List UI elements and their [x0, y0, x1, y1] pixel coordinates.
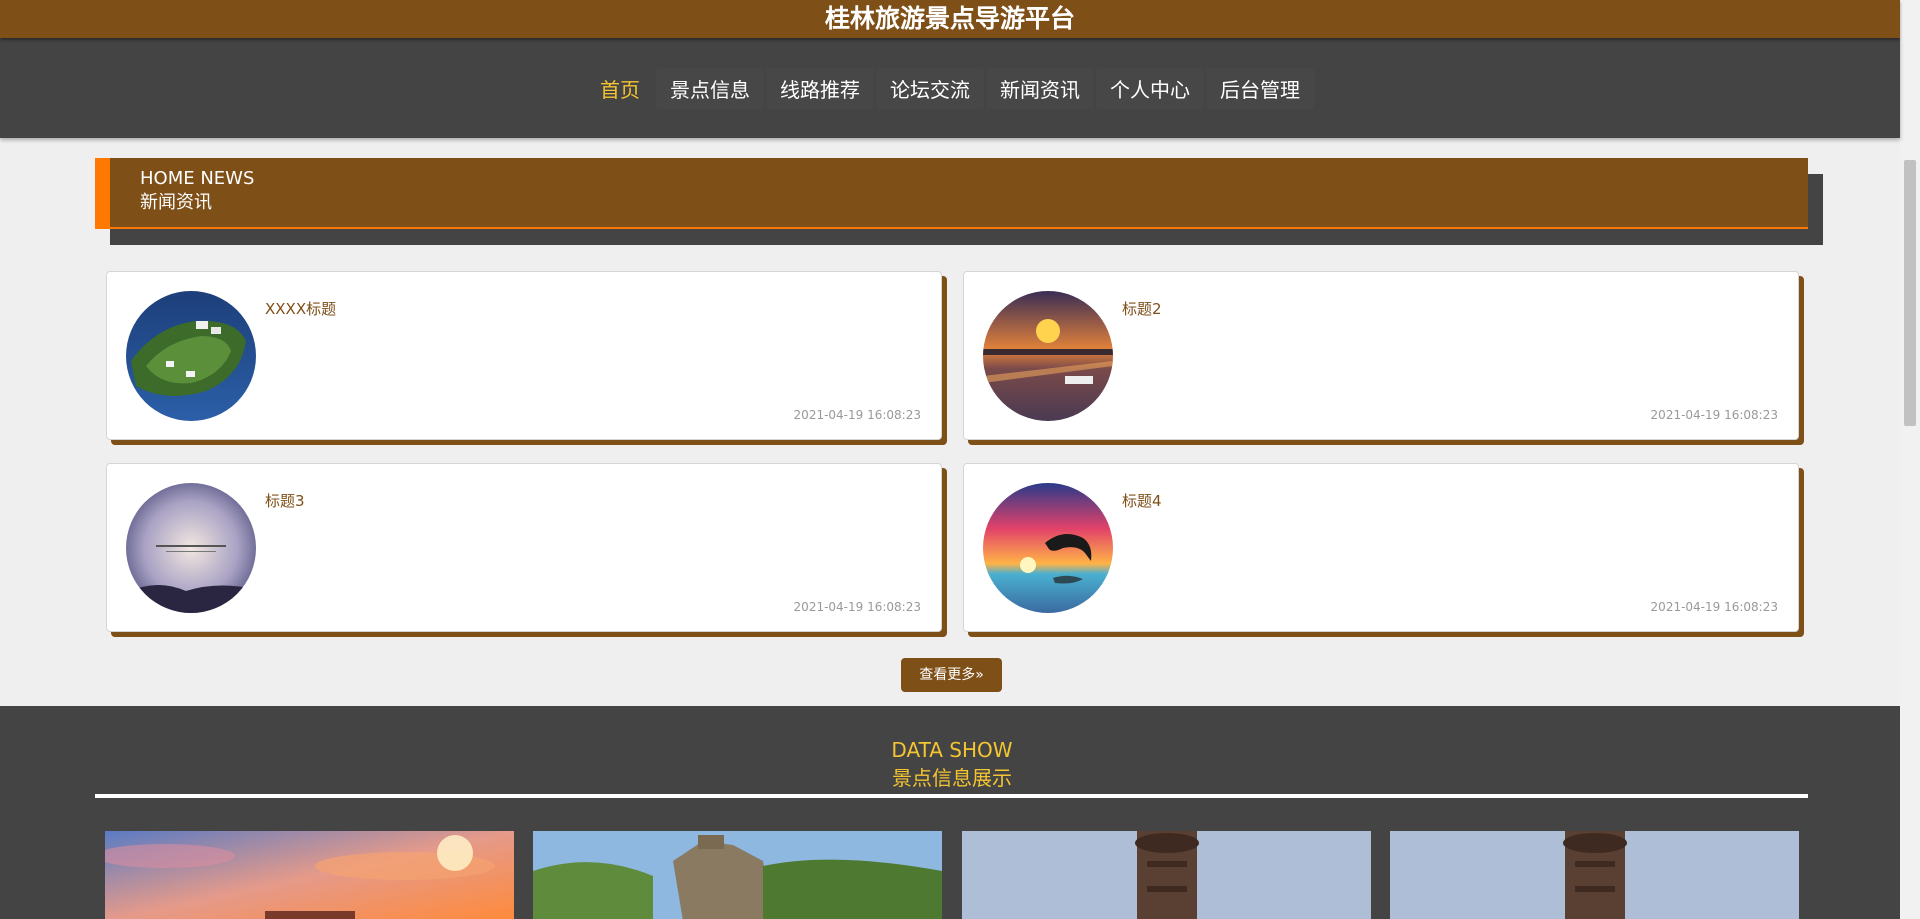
sunset-river-photo [983, 291, 1113, 421]
spot-image[interactable] [533, 831, 942, 919]
news-thumbnail [983, 483, 1113, 613]
view-more-button[interactable]: 查看更多» [901, 658, 1002, 692]
totem-pillar-photo [962, 831, 1371, 919]
news-section-header: HOME NEWS 新闻资讯 [95, 158, 1808, 229]
news-card[interactable]: 标题4 2021-04-19 16:08:23 [963, 463, 1799, 632]
news-card[interactable]: 标题2 2021-04-19 16:08:23 [963, 271, 1799, 440]
sunset-temple-photo [105, 831, 514, 919]
data-show-title: DATA SHOW 景点信息展示 [0, 736, 1904, 792]
data-title-cn: 景点信息展示 [892, 766, 1012, 790]
news-thumbnail [126, 483, 256, 613]
news-date: 2021-04-19 16:08:23 [793, 408, 921, 422]
dolphin-sunset-photo [983, 483, 1113, 613]
nav-item-routes[interactable]: 线路推荐 [766, 67, 874, 109]
news-card[interactable]: 标题3 2021-04-19 16:08:23 [106, 463, 942, 632]
double-chevron-right-icon: » [975, 667, 984, 683]
great-wall-photo [533, 831, 942, 919]
nav-item-profile[interactable]: 个人中心 [1096, 67, 1204, 109]
news-thumbnail [983, 291, 1113, 421]
news-title[interactable]: 标题4 [1122, 490, 1162, 511]
site-title: 桂林旅游景点导游平台 [0, 0, 1900, 38]
nav-item-forum[interactable]: 论坛交流 [876, 67, 984, 109]
view-more-label: 查看更多 [919, 667, 976, 683]
scrollbar-thumb[interactable] [1904, 160, 1916, 426]
page-scrollbar[interactable] [1900, 0, 1920, 919]
news-title-en: HOME NEWS [140, 168, 255, 189]
news-thumbnail [126, 291, 256, 421]
news-title[interactable]: XXXX标题 [265, 298, 336, 319]
totem-pillar-photo [1390, 831, 1799, 919]
data-show-section: DATA SHOW 景点信息展示 [0, 706, 1900, 919]
spot-image[interactable] [1390, 831, 1799, 919]
news-title-cn: 新闻资讯 [140, 192, 212, 213]
spot-image[interactable] [962, 831, 1371, 919]
news-title[interactable]: 标题3 [265, 490, 305, 511]
nav-item-news[interactable]: 新闻资讯 [986, 67, 1094, 109]
news-card[interactable]: XXXX标题 2021-04-19 16:08:23 [106, 271, 942, 440]
news-date: 2021-04-19 16:08:23 [1650, 408, 1778, 422]
nav-item-home[interactable]: 首页 [586, 68, 654, 109]
news-title[interactable]: 标题2 [1122, 298, 1162, 319]
island-photo [126, 291, 256, 421]
nav-item-scenic-spots[interactable]: 景点信息 [656, 67, 764, 109]
nav-item-admin[interactable]: 后台管理 [1206, 67, 1314, 109]
news-date: 2021-04-19 16:08:23 [793, 600, 921, 614]
news-date: 2021-04-19 16:08:23 [1650, 600, 1778, 614]
spot-image[interactable] [105, 831, 514, 919]
data-title-en: DATA SHOW [891, 738, 1013, 762]
dusk-grass-photo [126, 483, 256, 613]
main-nav: 首页 景点信息 线路推荐 论坛交流 新闻资讯 个人中心 后台管理 [0, 38, 1900, 138]
section-divider [95, 794, 1808, 798]
